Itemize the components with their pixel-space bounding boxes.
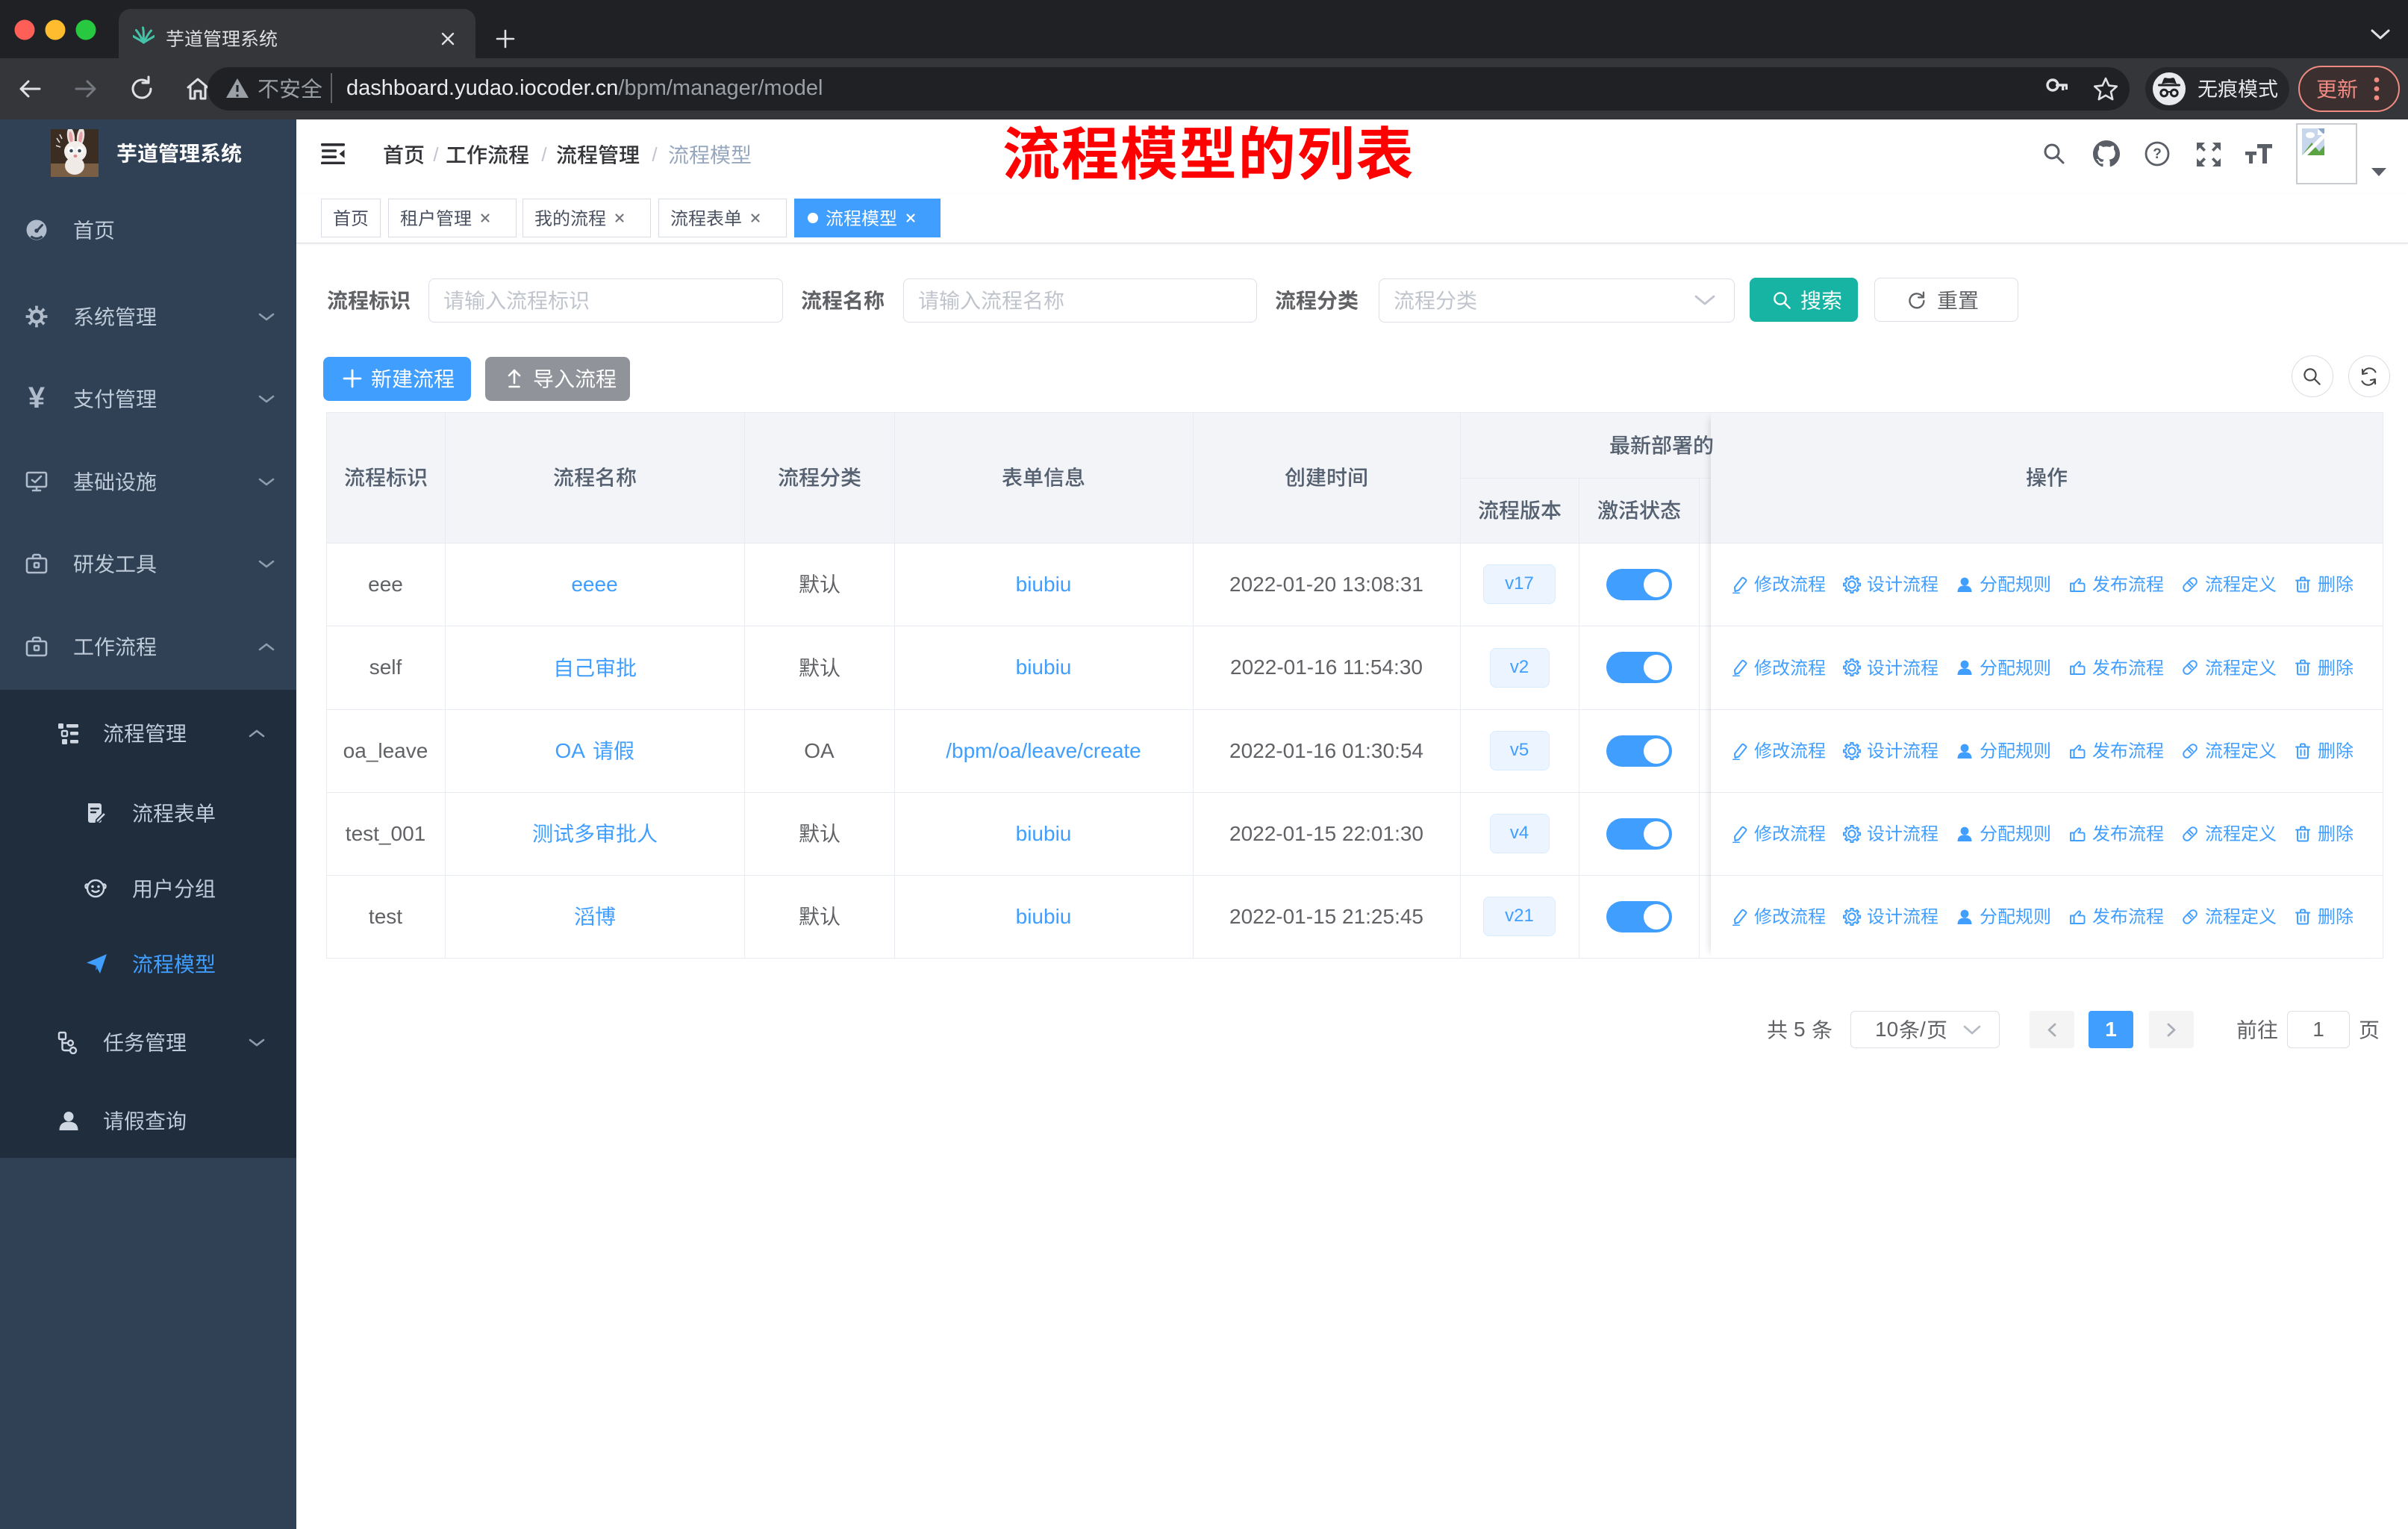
svg-text:?: ?: [2153, 146, 2162, 162]
